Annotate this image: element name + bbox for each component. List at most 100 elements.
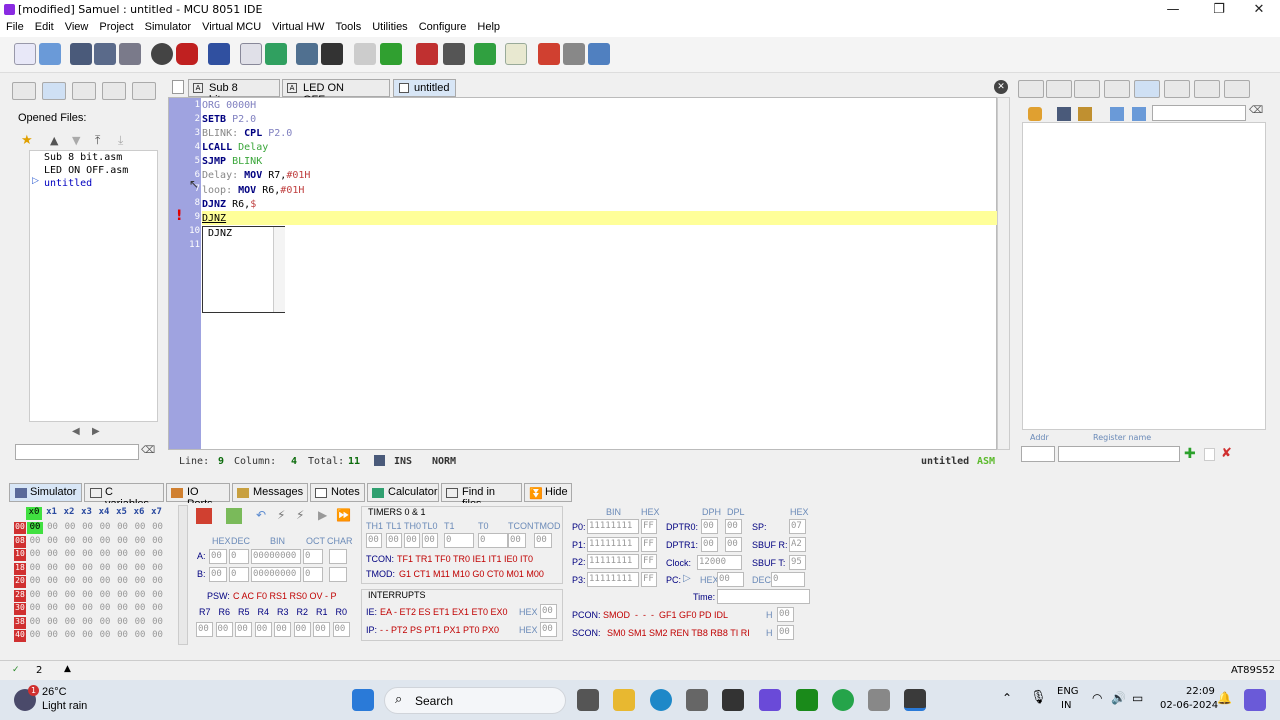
scroll-left-icon[interactable]: ◀ [72, 426, 80, 437]
reg-cell[interactable]: 00 [80, 576, 96, 588]
reg-cell[interactable]: 00 [27, 563, 43, 575]
reg-cell[interactable]: 00 [150, 630, 166, 642]
ie-hex[interactable]: 00 [540, 604, 557, 619]
r-register-value[interactable]: 00 [332, 622, 350, 637]
breakpoint-icon[interactable] [1046, 80, 1072, 98]
reg-cell[interactable]: 00 [150, 536, 166, 548]
code-text[interactable]: ORG 0000H SETB P2.0 BLINK: CPL P2.0 LCAL… [202, 99, 310, 226]
reg-cell[interactable]: 00 [115, 549, 131, 561]
project-icon[interactable] [208, 43, 230, 65]
reg-cell[interactable]: 00 [45, 563, 61, 575]
port-hex[interactable]: FF [641, 554, 657, 569]
reg-cell[interactable]: 00 [150, 617, 166, 629]
close-button[interactable]: ✕ [1236, 0, 1280, 19]
save-icon[interactable] [70, 43, 92, 65]
sbuf-r-value[interactable]: A2 [789, 537, 806, 552]
save-as-icon[interactable] [94, 43, 116, 65]
timer-value[interactable]: 00 [366, 533, 382, 548]
autocomplete-scrollbar[interactable] [273, 227, 285, 312]
timer-value[interactable]: 00 [386, 533, 402, 548]
ip-hex[interactable]: 00 [540, 622, 557, 637]
menu-project[interactable]: Project [93, 19, 138, 33]
reg-cell[interactable]: 00 [27, 617, 43, 629]
r-register-value[interactable]: 00 [235, 622, 252, 637]
reg-cell[interactable]: 00 [27, 590, 43, 602]
reg-cell[interactable]: 00 [62, 630, 78, 642]
step-over-icon[interactable]: ⚡ [296, 508, 304, 522]
pc-hex[interactable]: 00 [717, 572, 744, 587]
r-register-value[interactable]: 00 [313, 622, 330, 637]
reg-cell[interactable]: 00 [45, 549, 61, 561]
play-icon[interactable]: ▶ [318, 508, 327, 522]
b-bin[interactable]: 00000000 [251, 567, 301, 582]
tmod-bits[interactable]: G1 CT1 M11 M10 G0 CT0 M01 M00 [399, 569, 544, 579]
reg-cell[interactable]: 00 [27, 522, 43, 534]
move-bottom-icon[interactable]: ⤓ [118, 133, 123, 148]
reg-cell[interactable]: 00 [45, 536, 61, 548]
reg-cell[interactable]: 00 [150, 590, 166, 602]
other-tab-icon[interactable] [132, 82, 156, 100]
timer-value[interactable]: 00 [508, 533, 526, 548]
wifi-icon[interactable]: ◠ [1092, 691, 1102, 705]
step-over-icon[interactable] [588, 43, 610, 65]
b-hex[interactable]: 00 [209, 567, 227, 582]
spellcheck-icon[interactable]: ✓ [12, 665, 20, 675]
reg-cell[interactable]: 00 [27, 549, 43, 561]
step-icon[interactable] [563, 43, 585, 65]
save-as-icon[interactable] [1078, 107, 1092, 121]
mcu-ide-taskbar-icon[interactable] [904, 689, 926, 711]
monitor-icon[interactable] [265, 43, 287, 65]
reg-cell[interactable]: 00 [45, 603, 61, 615]
reg-cell[interactable]: 00 [45, 576, 61, 588]
reg-cell[interactable]: 00 [80, 549, 96, 561]
b-oct[interactable]: 0 [303, 567, 323, 582]
reg-cell[interactable]: 00 [115, 536, 131, 548]
info-icon[interactable] [1104, 80, 1130, 98]
port-bin[interactable]: 11111111 [587, 571, 639, 587]
reg-cell[interactable]: 00 [132, 630, 148, 642]
reg-cell[interactable]: 00 [115, 617, 131, 629]
fast-forward-icon[interactable]: ⏩ [336, 508, 351, 522]
open-icon[interactable] [1110, 107, 1124, 121]
reg-cell[interactable]: 00 [62, 590, 78, 602]
open-file-icon[interactable] [39, 43, 61, 65]
file-item-active[interactable]: untitled [30, 177, 157, 190]
reg-cell[interactable]: 00 [97, 617, 113, 629]
windows-start-icon[interactable] [352, 689, 374, 711]
reg-cell[interactable]: 00 [150, 549, 166, 561]
reg-cell[interactable]: 00 [150, 563, 166, 575]
reg-cell[interactable]: 00 [97, 536, 113, 548]
taskbar-search[interactable]: ⌕ Search [384, 687, 566, 714]
reg-cell[interactable]: 00 [97, 522, 113, 534]
sbuf-t-value[interactable]: 95 [789, 555, 806, 570]
find-icon[interactable] [296, 43, 318, 65]
reg-cell[interactable]: 00 [62, 617, 78, 629]
reg-cell[interactable]: 00 [132, 617, 148, 629]
expand-icon[interactable]: ▲ [64, 664, 71, 674]
settings-tab-icon[interactable] [1164, 80, 1190, 98]
pc-dec[interactable]: 0 [771, 572, 805, 587]
autocomplete-popup[interactable]: DJNZ [202, 226, 285, 313]
menu-virtual-hw[interactable]: Virtual HW [266, 19, 329, 33]
reg-cell[interactable]: 00 [45, 590, 61, 602]
menu-help[interactable]: Help [471, 19, 505, 33]
dptr0-dpl[interactable]: 00 [725, 519, 742, 534]
right-search-input[interactable] [1152, 105, 1246, 121]
reg-cell[interactable]: 00 [80, 590, 96, 602]
rocket-icon[interactable] [196, 508, 212, 524]
reg-cell[interactable]: 00 [27, 576, 43, 588]
reg-cell[interactable]: 00 [132, 549, 148, 561]
sp-value[interactable]: 07 [789, 519, 806, 534]
clock-date[interactable]: 02-06-2024 [1160, 700, 1218, 711]
menu-virtual-mcu[interactable]: Virtual MCU [196, 19, 266, 33]
project-files-tab-icon[interactable] [72, 82, 96, 100]
seven-segment-icon[interactable] [416, 43, 438, 65]
menu-configure[interactable]: Configure [413, 19, 472, 33]
timer-value[interactable]: 0 [444, 533, 474, 548]
disabled-icon[interactable] [354, 43, 376, 65]
ie-bits[interactable]: EA - ET2 ES ET1 EX1 ET0 EX0 [380, 607, 508, 617]
timer-value[interactable]: 00 [422, 533, 438, 548]
clear-search-icon[interactable]: ⌫ [1249, 105, 1263, 116]
copilot-icon[interactable] [1244, 689, 1266, 711]
a-oct[interactable]: 0 [303, 549, 323, 564]
